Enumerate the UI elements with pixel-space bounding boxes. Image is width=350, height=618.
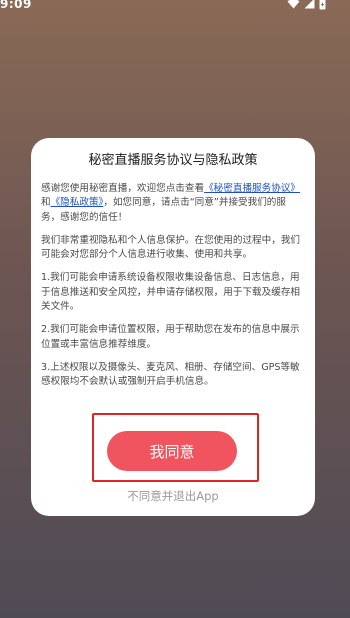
signal-icon — [304, 0, 315, 9]
status-icons — [287, 0, 326, 10]
intro-prefix: 感谢您使用秘密直播，欢迎您点击查看 — [41, 183, 205, 194]
location-permission-paragraph: 2.我们可能会申请位置权限，用于帮助您在发布的信息中展示位置或丰富信息推荐维度。 — [41, 324, 300, 350]
intro-paragraph: 感谢您使用秘密直播，欢迎您点击查看《秘密直播服务协议》和《隐私政策》，如您同意，… — [41, 182, 305, 225]
wifi-icon — [287, 0, 300, 9]
dialog-title: 秘密直播服务协议与隐私政策 — [88, 153, 258, 168]
privacy-dialog: 秘密直播服务协议与隐私政策 感谢您使用秘密直播，欢迎您点击查看《秘密直播服务协议… — [31, 138, 315, 516]
status-time: 9:09 — [0, 0, 32, 11]
service-agreement-link[interactable]: 《秘密直播服务协议》 — [204, 183, 300, 194]
device-permission-paragraph: 1.我们可能会申请系统设备权限收集设备信息、日志信息，用于信息推送和安全风控，并… — [41, 272, 301, 313]
intro-conjunction: 和 — [41, 197, 51, 209]
privacy-statement-paragraph: 我们非常重视隐私和个人信息保护。在您使用的过程中，我们可能会对您部分个人信息进行… — [41, 234, 301, 261]
status-bar: 9:09 — [0, 0, 350, 14]
dialog-body: 感谢您使用秘密直播，欢迎您点击查看《秘密直播服务协议》和《隐私政策》，如您同意，… — [41, 182, 305, 399]
privacy-policy-link[interactable]: 《隐私政策》 — [51, 197, 104, 208]
sensitive-permission-paragraph: 3.上述权限以及摄像头、麦克风、相册、存储空间、GPS等敏感权限均不会默认或强制… — [41, 361, 300, 388]
battery-icon — [319, 0, 326, 10]
decline-exit-button[interactable]: 不同意并退出App — [31, 488, 315, 504]
agree-button[interactable]: 我同意 — [107, 431, 237, 471]
